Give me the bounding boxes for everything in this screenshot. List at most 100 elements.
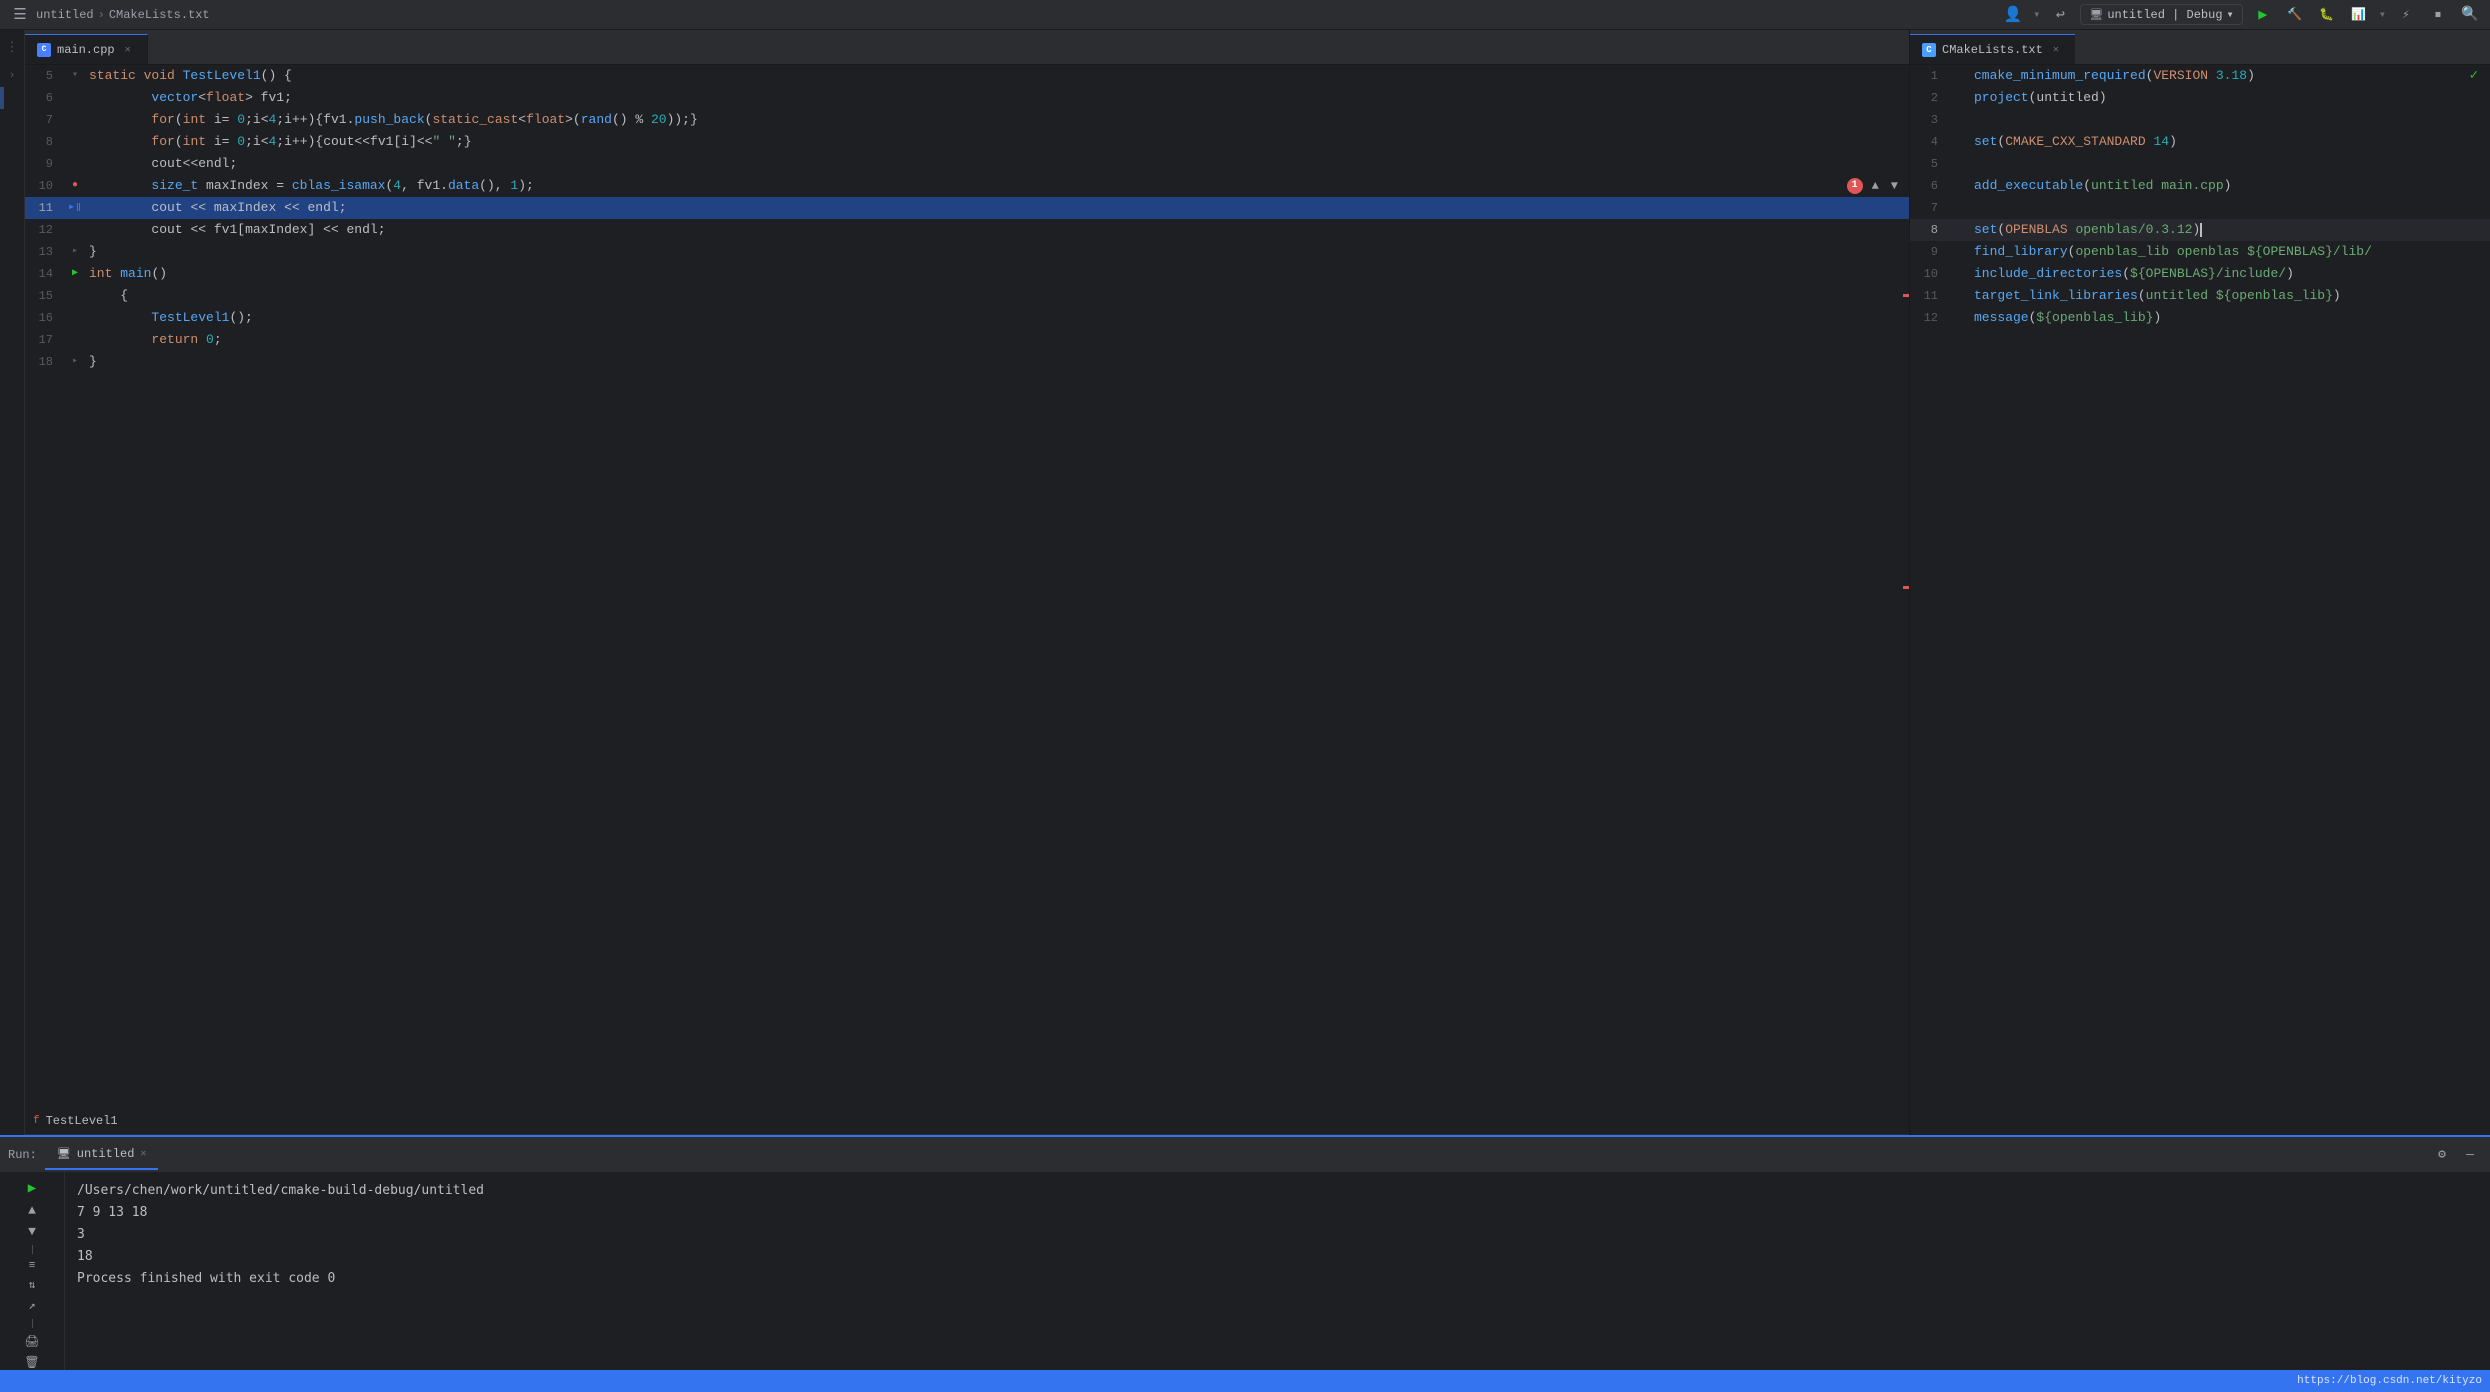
panel-up-btn[interactable]: ▲	[22, 1203, 42, 1218]
error-indicator: ●	[72, 175, 78, 197]
tab-main-cpp-close[interactable]: ✕	[121, 43, 135, 57]
tab-main-cpp[interactable]: C main.cpp ✕	[25, 34, 148, 64]
left-code-editor[interactable]: 5 ▾ static void TestLevel1() { 6 vector<…	[25, 65, 1909, 1107]
build-btn[interactable]: 🔨	[2283, 3, 2307, 27]
error-scroll-mark2	[1903, 586, 1909, 589]
output-result2: 18	[77, 1246, 2478, 1268]
expand-all[interactable]: ›	[0, 65, 24, 87]
cmake-line-5: 5	[1910, 153, 2490, 175]
sidebar-toggle[interactable]: ⋮	[0, 30, 24, 65]
cmake-line-2: 2 project(untitled)	[1910, 87, 2490, 109]
panel-content: ▶ ▲ ▼ ≡ ⇅ ↗ 🖨 🗑 /Users/chen/work/untitle…	[0, 1172, 2490, 1370]
panel-minimize-btn[interactable]: —	[2458, 1143, 2482, 1167]
error-prev[interactable]: ▲	[1869, 173, 1882, 199]
code-line-8: 8 for(int i= 0;i<4;i++){cout<<fv1[i]<<" …	[25, 131, 1909, 153]
code-lines: 5 ▾ static void TestLevel1() { 6 vector<…	[25, 65, 1909, 1107]
top-bar: ☰ untitled › CMakeLists.txt 👤 ▾ ↩ 🖥 unti…	[0, 0, 2490, 30]
panel-down-btn[interactable]: ▼	[22, 1224, 42, 1239]
cmake-line-11: 11 target_link_libraries(untitled ${open…	[1910, 285, 2490, 307]
top-bar-left: ☰ untitled › CMakeLists.txt	[8, 3, 2001, 27]
cmake-line-3: 3	[1910, 109, 2490, 131]
cmake-tab-label: CMakeLists.txt	[1942, 43, 2043, 57]
profile-run-btn[interactable]: ⚡	[2394, 3, 2418, 27]
current-line-indicator: ▶	[69, 197, 74, 219]
code-line-17: 17 return 0;	[25, 329, 1909, 351]
profile-icon[interactable]: 👤	[2001, 3, 2025, 27]
panel-tab-untitled[interactable]: 🖥 untitled ✕	[45, 1140, 159, 1170]
code-line-14: 14 ▶ int main()	[25, 263, 1909, 285]
cmake-tab-bar: C CMakeLists.txt ✕	[1910, 30, 2490, 65]
cmake-tab-close[interactable]: ✕	[2049, 43, 2063, 57]
cmake-line-7: 7	[1910, 197, 2490, 219]
editor-breadcrumb-bar: f TestLevel1	[25, 1107, 1909, 1135]
stop-btn[interactable]: ⏹	[2426, 3, 2450, 27]
cmake-line-1: 1 cmake_minimum_required(VERSION 3.18) ✓	[1910, 65, 2490, 87]
code-line-5: 5 ▾ static void TestLevel1() {	[25, 65, 1909, 87]
run-toolbar-btn[interactable]: ▶	[2251, 3, 2275, 27]
bottom-panel: Run: 🖥 untitled ✕ ⚙ — ▶ ▲ ▼ ≡ ⇅ ↗ 🖨 🗑 /U…	[0, 1135, 2490, 1370]
panel-controls: ⚙ —	[2430, 1143, 2482, 1167]
code-line-11: 11 ▶ ‖ cout << maxIndex << endl;	[25, 197, 1909, 219]
breadcrumb-project: untitled	[36, 8, 94, 22]
run-config[interactable]: 🖥 untitled | Debug ▾	[2080, 4, 2242, 25]
code-line-12: 12 cout << fv1[maxIndex] << endl;	[25, 219, 1909, 241]
panel-list-btn[interactable]: ≡	[22, 1260, 42, 1272]
panel-output: /Users/chen/work/untitled/cmake-build-de…	[65, 1172, 2490, 1370]
cmake-checkmark: ✓	[2470, 65, 2478, 87]
panel-tab-close[interactable]: ✕	[140, 1148, 146, 1160]
debug-btn[interactable]: 🐛	[2315, 3, 2339, 27]
output-numbers: 7 9 13 18	[77, 1202, 2478, 1224]
panel-divider1	[32, 1245, 33, 1254]
code-line-9: 9 cout<<endl;	[25, 153, 1909, 175]
cmake-line-12: 12 message(${openblas_lib})	[1910, 307, 2490, 329]
breadcrumb-sep1: ›	[98, 8, 105, 22]
left-editor-pane: C main.cpp ✕ 5 ▾ static void TestLevel1(…	[25, 30, 1910, 1135]
bottom-panel-header: Run: 🖥 untitled ✕ ⚙ —	[0, 1137, 2490, 1172]
current-line-marker	[0, 87, 4, 109]
panel-run-btn[interactable]: ▶	[22, 1180, 42, 1197]
coverage-btn[interactable]: 📊	[2347, 3, 2371, 27]
panel-delete-btn[interactable]: 🗑	[22, 1355, 42, 1370]
cmake-line-8: 8 set(OPENBLAS openblas/0.3.12)	[1910, 219, 2490, 241]
search-icon[interactable]: 🔍	[2458, 3, 2482, 27]
cmake-line-10: 10 include_directories(${OPENBLAS}/inclu…	[1910, 263, 2490, 285]
breakpoint-indicator: ‖	[76, 197, 81, 219]
cmake-code-lines: 1 cmake_minimum_required(VERSION 3.18) ✓…	[1910, 65, 2490, 1135]
status-bar: https://blog.csdn.net/kityzo	[0, 1370, 2490, 1392]
panel-sidebar: ▶ ▲ ▼ ≡ ⇅ ↗ 🖨 🗑	[0, 1172, 65, 1370]
cpp-file-icon: C	[37, 43, 51, 57]
code-line-6: 6 vector<float> fv1;	[25, 87, 1909, 109]
hamburger-icon[interactable]: ☰	[8, 3, 32, 27]
breadcrumb: untitled › CMakeLists.txt	[36, 8, 210, 22]
panel-divider2	[32, 1319, 33, 1328]
panel-external-btn[interactable]: ↗	[22, 1298, 42, 1313]
code-line-16: 16 TestLevel1();	[25, 307, 1909, 329]
top-bar-right: 👤 ▾ ↩ 🖥 untitled | Debug ▾ ▶ 🔨 🐛 📊 ▾ ⚡ ⏹…	[2001, 3, 2482, 27]
tab-main-cpp-label: main.cpp	[57, 43, 115, 57]
code-line-7: 7 for(int i= 0;i<4;i++){fv1.push_back(st…	[25, 109, 1909, 131]
output-result1: 3	[77, 1224, 2478, 1246]
error-next[interactable]: ▼	[1888, 173, 1901, 199]
cmake-line-6: 6 add_executable(untitled main.cpp)	[1910, 175, 2490, 197]
breadcrumb-file: CMakeLists.txt	[109, 8, 210, 22]
code-line-10: 10 ● size_t maxIndex = cblas_isamax(4, f…	[25, 175, 1909, 197]
error-scroll-mark	[1903, 294, 1909, 297]
run-config-chevron: ▾	[2227, 7, 2234, 22]
output-path: /Users/chen/work/untitled/cmake-build-de…	[77, 1180, 2478, 1202]
panel-settings-btn[interactable]: ⚙	[2430, 1143, 2454, 1167]
cmake-line-4: 4 set(CMAKE_CXX_STANDARD 14)	[1910, 131, 2490, 153]
code-line-18: 18 ▸ }	[25, 351, 1909, 373]
tab-cmake[interactable]: C CMakeLists.txt ✕	[1910, 34, 2075, 64]
output-finished: Process finished with exit code 0	[77, 1268, 2478, 1290]
cmake-line-9: 9 find_library(openblas_lib openblas ${O…	[1910, 241, 2490, 263]
status-bar-url: https://blog.csdn.net/kityzo	[2297, 1375, 2482, 1387]
panel-print-btn[interactable]: 🖨	[22, 1334, 42, 1349]
run-arrow[interactable]: ▶	[72, 263, 78, 285]
breadcrumb-function: TestLevel1	[46, 1114, 118, 1128]
back-icon[interactable]: ↩	[2048, 3, 2072, 27]
panel-sort-btn[interactable]: ⇅	[22, 1278, 42, 1292]
editor-area: ⋮ › C main.cpp ✕ 5 ▾ static void TestLev…	[0, 30, 2490, 1135]
code-line-15: 15 {	[25, 285, 1909, 307]
cmake-pane: C CMakeLists.txt ✕ 1 cmake_minimum_requi…	[1910, 30, 2490, 1135]
cmake-code-editor[interactable]: 1 cmake_minimum_required(VERSION 3.18) ✓…	[1910, 65, 2490, 1135]
